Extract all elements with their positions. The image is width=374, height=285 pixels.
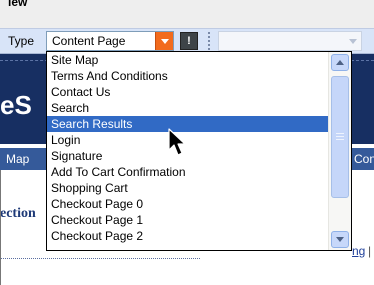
- scroll-down-arrow-icon[interactable]: [331, 231, 349, 248]
- window-top-strip: [0, 0, 374, 28]
- dropdown-arrow-icon[interactable]: [155, 32, 173, 50]
- footer-separator: |: [368, 244, 372, 258]
- type-label: Type: [8, 34, 35, 48]
- mouse-pointer-icon: [168, 128, 186, 156]
- footer-link[interactable]: ng: [352, 244, 365, 258]
- site-brand-fragment: eS: [0, 90, 32, 120]
- dropdown-option[interactable]: Checkout Page 0: [47, 196, 328, 212]
- scroll-thumb[interactable]: [331, 76, 349, 198]
- toolbar-grip[interactable]: [208, 32, 210, 50]
- scroll-thumb-grip-icon: [336, 133, 344, 140]
- nav-link-contact[interactable]: Cont: [354, 152, 374, 166]
- exclamation-icon[interactable]: !: [180, 32, 198, 50]
- dropdown-option[interactable]: Terms And Conditions: [47, 68, 328, 84]
- nav-link-map[interactable]: Map: [6, 152, 29, 166]
- dropdown-option[interactable]: Add To Cart Confirmation: [47, 164, 328, 180]
- dropdown-option[interactable]: Search: [47, 100, 328, 116]
- type-select-value: Content Page: [52, 34, 126, 48]
- page-left-border: [0, 170, 1, 285]
- dropdown-option[interactable]: Contact Us: [47, 84, 328, 100]
- dropdown-option[interactable]: Site Map: [47, 52, 328, 68]
- type-select[interactable]: Content Page: [46, 31, 174, 51]
- dropdown-scrollbar[interactable]: [328, 52, 351, 250]
- secondary-select-arrow-icon[interactable]: [349, 39, 357, 44]
- secondary-select[interactable]: [218, 31, 362, 51]
- scroll-up-arrow-icon[interactable]: [331, 54, 349, 71]
- dropdown-option[interactable]: Checkout Page 2: [47, 228, 328, 244]
- type-dropdown-list[interactable]: Site Map Terms And Conditions Contact Us Se…: [46, 51, 352, 251]
- dotted-divider: [0, 258, 200, 259]
- menu-view-fragment[interactable]: iew: [8, 0, 27, 9]
- dropdown-option[interactable]: Shopping Cart: [47, 180, 328, 196]
- section-heading-fragment: ection: [0, 206, 36, 221]
- dropdown-option[interactable]: Checkout Page 1: [47, 212, 328, 228]
